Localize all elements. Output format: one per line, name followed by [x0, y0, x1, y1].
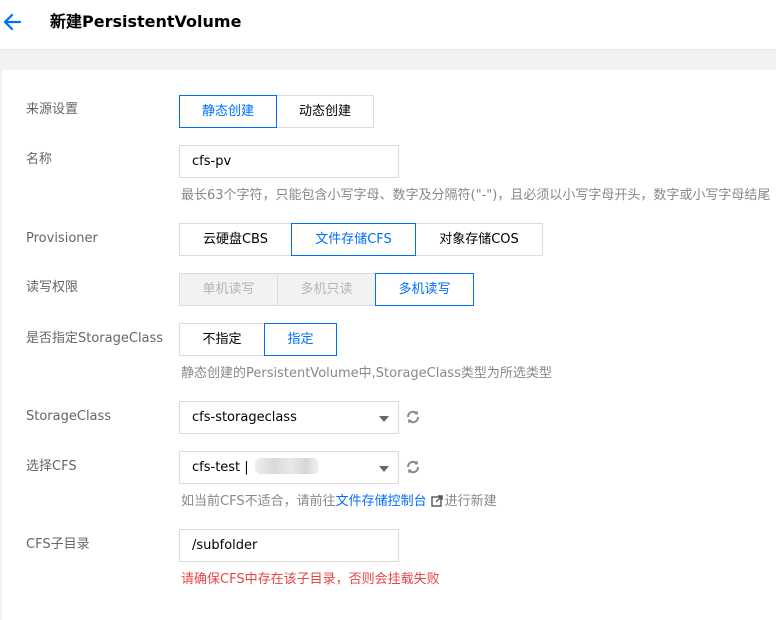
storageclass-flag-label: 是否指定StorageClass [26, 331, 164, 346]
access-multi-rw-button[interactable]: 多机读写 [375, 273, 474, 306]
provisioner-cos-button[interactable]: 对象存储COS [415, 223, 543, 256]
cfs-hint-suffix: 进行新建 [444, 494, 497, 509]
provisioner-cfs-button[interactable]: 文件存储CFS [291, 223, 416, 256]
page-header: 新建PersistentVolume [0, 0, 776, 50]
external-link-icon[interactable] [430, 495, 443, 507]
access-label: 读写权限 [26, 280, 79, 295]
cfs-hint-text: 如当前CFS不适合，请前往 [181, 494, 336, 509]
storageclass-none-button[interactable]: 不指定 [179, 323, 265, 356]
source-dynamic-button[interactable]: 动态创建 [276, 95, 374, 128]
name-hint: 最长63个字符，只能包含小写字母、数字及分隔符("-")，且必须以小写字母开头，… [181, 188, 771, 203]
cfs-value: cfs-test | [192, 460, 249, 475]
cfs-console-link[interactable]: 文件存储控制台 [336, 494, 427, 509]
storageclass-select[interactable]: cfs-storageclass [179, 401, 399, 434]
storageclass-flag-hint: 静态创建的PersistentVolume中,StorageClass类型为所选… [181, 366, 552, 381]
source-segmented: 静态创建 动态创建 [179, 95, 374, 128]
redacted-region [254, 458, 319, 474]
access-multi-ro-button[interactable]: 多机只读 [277, 273, 376, 306]
page-title: 新建PersistentVolume [50, 12, 242, 31]
provisioner-label: Provisioner [26, 231, 98, 246]
subdir-input[interactable]: /subfolder [179, 529, 399, 562]
subdir-label: CFS子目录 [26, 537, 90, 552]
storageclass-flag-segmented: 不指定 指定 [179, 323, 337, 356]
name-input[interactable]: cfs-pv [179, 145, 399, 178]
storageclass-label: StorageClass [26, 409, 112, 424]
cfs-label: 选择CFS [26, 459, 77, 474]
access-segmented: 单机读写 多机只读 多机读写 [179, 273, 474, 306]
storageclass-value: cfs-storageclass [192, 410, 297, 425]
name-label: 名称 [26, 152, 53, 167]
refresh-icon[interactable] [405, 409, 421, 425]
storageclass-specify-button[interactable]: 指定 [264, 323, 337, 356]
refresh-icon[interactable] [405, 459, 421, 475]
chevron-down-icon [379, 466, 389, 472]
access-single-rw-button[interactable]: 单机读写 [179, 273, 278, 306]
cfs-hint: 如当前CFS不适合，请前往文件存储控制台 进行新建 [181, 493, 497, 511]
provisioner-segmented: 云硬盘CBS 文件存储CFS 对象存储COS [179, 223, 543, 256]
provisioner-cbs-button[interactable]: 云硬盘CBS [179, 223, 292, 256]
form-panel: 来源设置 静态创建 动态创建 名称 cfs-pv 最长63个字符，只能包含小写字… [2, 70, 776, 620]
cfs-select[interactable]: cfs-test | [179, 451, 399, 484]
source-static-button[interactable]: 静态创建 [179, 95, 277, 128]
source-label: 来源设置 [26, 102, 79, 117]
back-arrow-icon[interactable] [2, 11, 24, 33]
chevron-down-icon [379, 416, 389, 422]
subdir-error-hint: 请确保CFS中存在该子目录，否则会挂载失败 [181, 572, 440, 587]
